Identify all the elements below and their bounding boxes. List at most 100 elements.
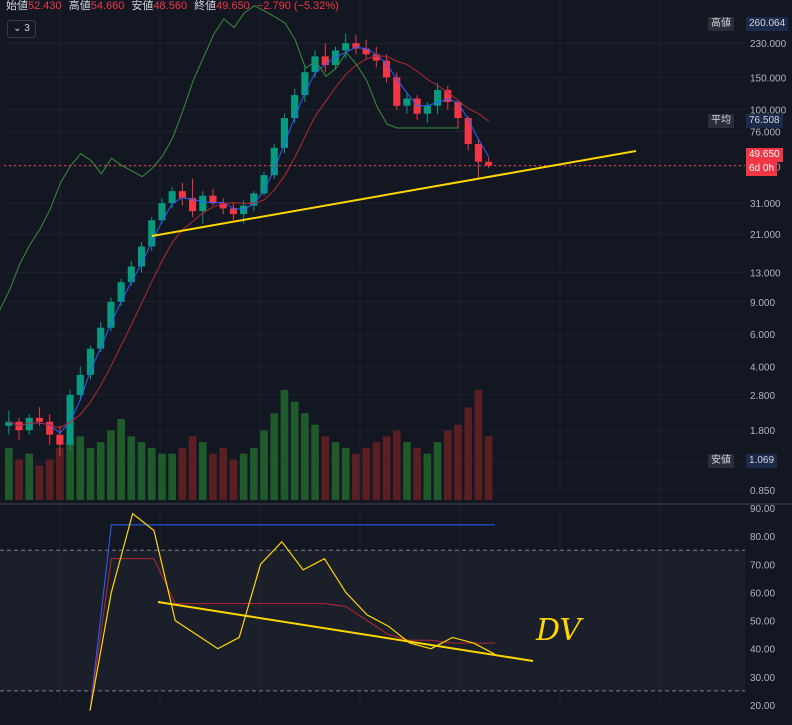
volume-bar <box>270 413 279 500</box>
volume-bar <box>260 430 268 500</box>
chart-stage[interactable]: 230.000150.000100.00076.00049.00031.0002… <box>0 0 792 720</box>
volume-bar <box>352 453 360 500</box>
volume-bar <box>219 447 228 500</box>
price-axis-label: 9.000 <box>750 298 775 309</box>
high-tag-label: 高値 <box>708 17 734 31</box>
low-tag-value: 1.069 <box>746 454 778 468</box>
candle-body <box>423 105 431 114</box>
price-axis-label: 6.000 <box>750 330 775 341</box>
osc-axis-label: 30.00 <box>750 673 775 684</box>
candle-body <box>240 205 248 215</box>
volume-bar <box>464 407 473 500</box>
volume-bar <box>239 453 248 500</box>
candle-body <box>464 118 472 145</box>
high-value: 54.660 <box>90 0 125 12</box>
lagging-span <box>0 5 459 311</box>
osc-axis-label: 70.00 <box>750 560 775 571</box>
candle-body <box>117 282 125 302</box>
volume-bar <box>168 453 176 500</box>
volume-bar <box>35 465 44 500</box>
volume-bar <box>5 447 13 500</box>
osc-band <box>0 550 745 691</box>
low-value: 48.560 <box>153 0 188 12</box>
low-label: 安値 <box>131 0 154 12</box>
price-axis-label: 13.000 <box>750 268 781 279</box>
candle-body <box>403 98 411 106</box>
price-axis-label: 0.850 <box>750 486 775 497</box>
volume-bar <box>178 447 187 500</box>
osc-axis-label: 60.00 <box>750 588 775 599</box>
volume-bar <box>45 459 54 500</box>
volume-bar <box>433 442 442 500</box>
indicator-toggle-button[interactable]: ⌄ 3 <box>7 20 36 38</box>
volume-bar <box>66 442 74 500</box>
candle-body <box>301 72 309 96</box>
candle-body <box>342 43 350 51</box>
candle-body <box>56 434 64 445</box>
chevron-down-icon: ⌄ <box>13 23 22 34</box>
volume-bar <box>321 436 330 500</box>
price-axis-label: 4.000 <box>750 362 775 373</box>
candle-body <box>199 195 207 212</box>
volume-bar <box>76 436 85 500</box>
volume-bar <box>188 436 197 500</box>
volume-bar <box>392 430 401 500</box>
volume-bar <box>209 453 217 500</box>
high-label: 高値 <box>68 0 91 12</box>
volume-bar <box>403 442 411 500</box>
price-axis-label: 2.800 <box>750 391 775 402</box>
candle-body <box>372 54 380 61</box>
close-value: 49.650 <box>216 0 250 12</box>
countdown-tag: 6d 0h <box>746 162 778 176</box>
avg-tag-value: 76.508 <box>746 114 783 128</box>
candle-body <box>291 95 299 119</box>
last-price-tag: 49.650 <box>746 148 783 162</box>
price-axis-label: 1.800 <box>750 426 775 437</box>
volume-bar <box>413 447 421 500</box>
change-value: −2.790 (−5.32%) <box>256 0 339 12</box>
volume-bar <box>127 436 136 500</box>
open-value: 52.430 <box>28 0 62 12</box>
high-tag-value: 260.064 <box>746 17 789 31</box>
candle-body <box>97 327 105 349</box>
volume-bar <box>158 453 166 500</box>
candle-body <box>127 266 135 283</box>
candle-body <box>168 191 176 204</box>
avg-tag-label: 平均 <box>708 114 734 128</box>
volume-bar <box>443 430 452 500</box>
volume-bar <box>341 447 350 500</box>
volume-bar <box>484 436 493 500</box>
chart-canvas[interactable]: 230.000150.000100.00076.00049.00031.0002… <box>0 0 792 720</box>
volume-bar <box>137 442 146 500</box>
volume-bar <box>454 424 462 500</box>
candle-body <box>454 102 462 119</box>
volume-bar <box>331 442 340 500</box>
price-trendline <box>151 150 637 237</box>
volume-bar <box>362 447 370 500</box>
price-axis-label: 21.000 <box>750 230 781 241</box>
volume-bar <box>301 413 309 500</box>
candle-body <box>393 77 401 106</box>
volume-bar <box>86 447 95 500</box>
candle-body <box>35 417 44 422</box>
volume-bar <box>280 390 289 500</box>
close-label: 終値 <box>194 0 217 12</box>
candle-body <box>485 161 493 166</box>
osc-axis-label: 40.00 <box>750 645 775 656</box>
volume-bar <box>290 401 299 500</box>
open-label: 始値 <box>6 0 28 12</box>
volume-bar <box>372 442 381 500</box>
candle-body <box>270 147 278 176</box>
price-axis-label: 150.000 <box>750 73 787 84</box>
low-tag-label: 安値 <box>708 454 734 468</box>
volume-bar <box>15 459 23 500</box>
volume-bar <box>147 447 156 500</box>
candle-body <box>331 50 340 66</box>
indicator-count: 3 <box>24 23 30 34</box>
osc-axis-label: 90.00 <box>750 504 775 515</box>
candle-body <box>209 195 217 204</box>
price-axis-label: 31.000 <box>750 199 781 210</box>
volume-bar <box>25 453 34 500</box>
osc-axis-label: 20.00 <box>750 701 775 712</box>
candle-body <box>229 208 237 215</box>
